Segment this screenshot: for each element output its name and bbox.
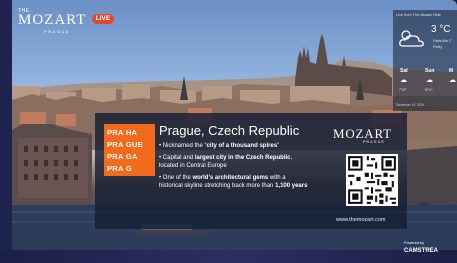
- bullet-3-text: One of the: [162, 175, 193, 181]
- tile-row-4: PRA G: [107, 164, 132, 173]
- forecast-temp-1: 7°/2°: [399, 88, 407, 92]
- left-edge: [0, 0, 12, 263]
- logo-sub: PRAGUE: [44, 29, 70, 34]
- bullet-1: • Nicknamed the “city of a thousand spir…: [159, 143, 280, 149]
- praha-tiles: PRA HA PRA GUE PRA GA PRA G: [104, 124, 155, 176]
- bullet-1-text: Nicknamed the “: [162, 143, 207, 149]
- qr-code[interactable]: [346, 154, 398, 206]
- tile-row-2: PRA GUE: [107, 140, 143, 149]
- live-stream-view: THE MOZART PRAGUE LIVE Live from The Moz…: [0, 0, 457, 263]
- bullet-3-bold: world’s architectural gems: [192, 175, 269, 181]
- partly-cloudy-icon: [399, 30, 424, 47]
- weather-widget: Live from The Mozart Hote 3 °C Feels lik…: [393, 10, 457, 111]
- cloud-icon: ☁: [426, 77, 433, 84]
- bullet-2-bold: largest city in the Czech Republic: [194, 155, 291, 161]
- forecast-temp-2: 6°/1°: [425, 88, 433, 92]
- card-title: Prague, Czech Republic: [159, 123, 300, 138]
- forecast-day-2: Sun: [425, 68, 435, 74]
- bullet-3: • One of the world’s architectural gems …: [159, 175, 308, 189]
- tile-row-1: PRA HA: [107, 128, 138, 137]
- bullet-1-bold: city of a thousand spires: [206, 143, 278, 149]
- bottom-bar: [0, 250, 457, 263]
- bullet-3-bold-end: 1,100 years: [275, 182, 308, 189]
- forecast-day-1: Sat: [400, 68, 408, 74]
- cloud-icon: ☁: [449, 77, 456, 84]
- weather-temperature: 3 °C: [431, 24, 451, 35]
- weather-detail: Partly: [433, 45, 442, 49]
- bullet-2: • Capital and largest city in the Czech …: [159, 155, 293, 169]
- live-badge: LIVE: [92, 14, 114, 24]
- logo-name: MOZART: [18, 12, 87, 28]
- camstreamer-logo: CAMSTREA: [404, 248, 438, 254]
- bullet-1-text-end: ”: [277, 143, 280, 149]
- bullet-2-text: Capital and: [162, 155, 195, 161]
- forecast-day-3: M: [449, 68, 454, 74]
- tile-row-3: PRA GA: [107, 152, 138, 161]
- powered-by-label: Powered by: [404, 241, 425, 245]
- card-brand-sub: PRAGUE: [363, 140, 385, 144]
- info-card: PRA HA PRA GUE PRA GA PRA G Prague, Czec…: [95, 113, 407, 229]
- weather-date: December 14, 2024: [396, 103, 424, 107]
- weather-header: Live from The Mozart Hote: [396, 13, 441, 17]
- website-link[interactable]: www.themozart.com: [336, 217, 386, 223]
- cloud-icon: ☁: [400, 77, 407, 84]
- weather-feels: Feels like 1°: [433, 39, 453, 43]
